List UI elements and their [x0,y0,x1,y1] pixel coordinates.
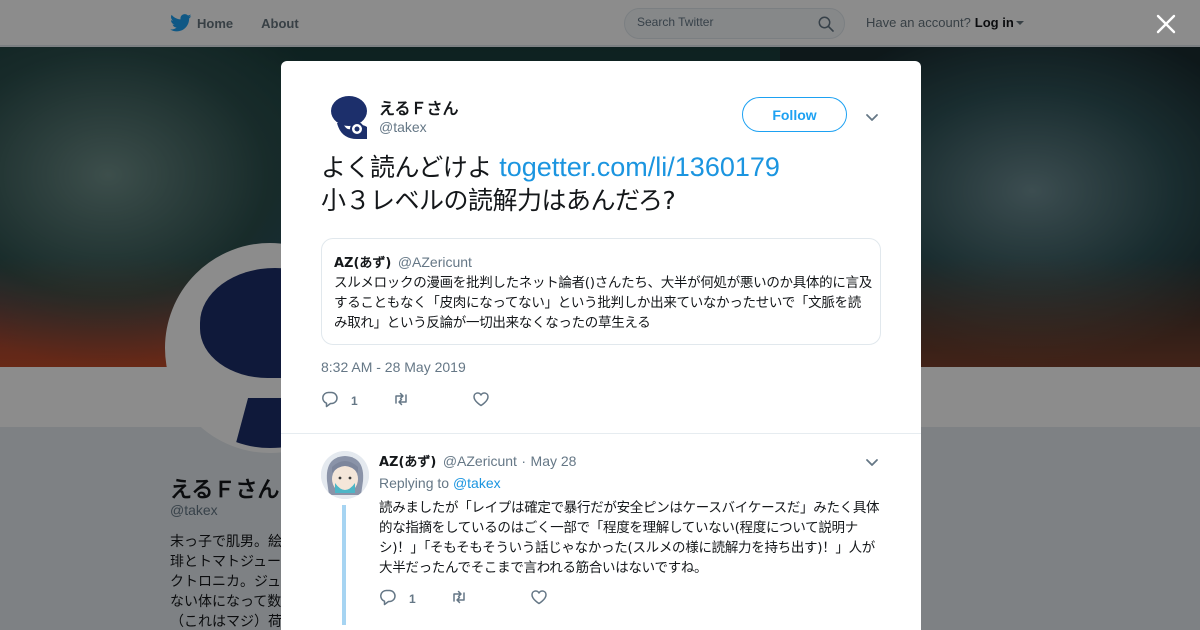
tweet-actions: 1 [321,391,490,411]
chevron-down-icon[interactable] [865,454,879,466]
chevron-down-icon[interactable] [865,109,879,121]
like-action[interactable] [472,390,490,412]
tweet-text-lead: よく読んどけよ [321,153,500,182]
author-avatar[interactable] [327,93,375,141]
tweet-text-tail: 小３レベルの読解力はあんだろ? [321,186,676,215]
reply-header: AZ(あず) @AZericunt · May 28 [379,451,576,470]
tweet-text: よく読んどけよ togetter.com/li/1360179 小３レベルの読解… [321,151,891,217]
tweet-timestamp[interactable]: 8:32 AM - 28 May 2019 [321,359,466,375]
reply-count: 1 [409,592,416,606]
retweet-action[interactable] [392,390,410,412]
tweet-modal: えるＦさん @takex Follow よく読んどけよ togetter.com… [281,61,921,630]
quoted-tweet-text: スルメロックの漫画を批判したネット論者()さんたち、大半が何処が悪いのか具体的に… [334,275,872,331]
reply-author-name[interactable]: AZ(あず) [379,455,436,470]
reply-date[interactable]: May 28 [531,453,577,469]
reply-separator: · [521,453,527,469]
close-icon[interactable] [1155,13,1177,35]
reply-action[interactable]: 1 [321,390,358,412]
quoted-author-name: AZ(あず) [334,256,392,271]
reply-author-handle[interactable]: @AZericunt [443,453,517,469]
replying-to: Replying to @takex [379,475,501,491]
quoted-tweet-header: AZ(あず) @AZericunt [334,252,472,271]
replying-to-prefix: Replying to [379,475,450,491]
like-icon[interactable] [530,588,548,610]
retweet-icon[interactable] [450,588,468,610]
divider [281,433,921,434]
author-handle[interactable]: @takex [379,119,427,135]
quoted-tweet[interactable]: AZ(あず) @AZericunt スルメロックの漫画を批判したネット論者()さ… [321,238,881,345]
reply-actions: 1 [379,589,548,609]
reply-text: 読みましたが「レイプは確定で暴行だが安全ピンはケースバイケースだ」みたく具体的な… [379,500,880,576]
reply-author-avatar[interactable] [321,451,369,499]
thread-line [342,505,346,625]
like-icon[interactable] [472,390,490,412]
author-name[interactable]: えるＦさん [379,95,459,119]
follow-button[interactable]: Follow [742,97,847,132]
like-action[interactable] [530,588,548,610]
reply-count: 1 [351,394,358,408]
reply-icon[interactable] [379,588,397,610]
retweet-action[interactable] [450,588,468,610]
quoted-author-handle: @AZericunt [397,254,472,270]
tweet-link[interactable]: togetter.com/li/1360179 [499,152,780,182]
retweet-icon[interactable] [392,390,410,412]
reply-action[interactable]: 1 [379,588,416,610]
replying-to-link[interactable]: @takex [453,475,501,491]
reply-icon[interactable] [321,390,339,412]
